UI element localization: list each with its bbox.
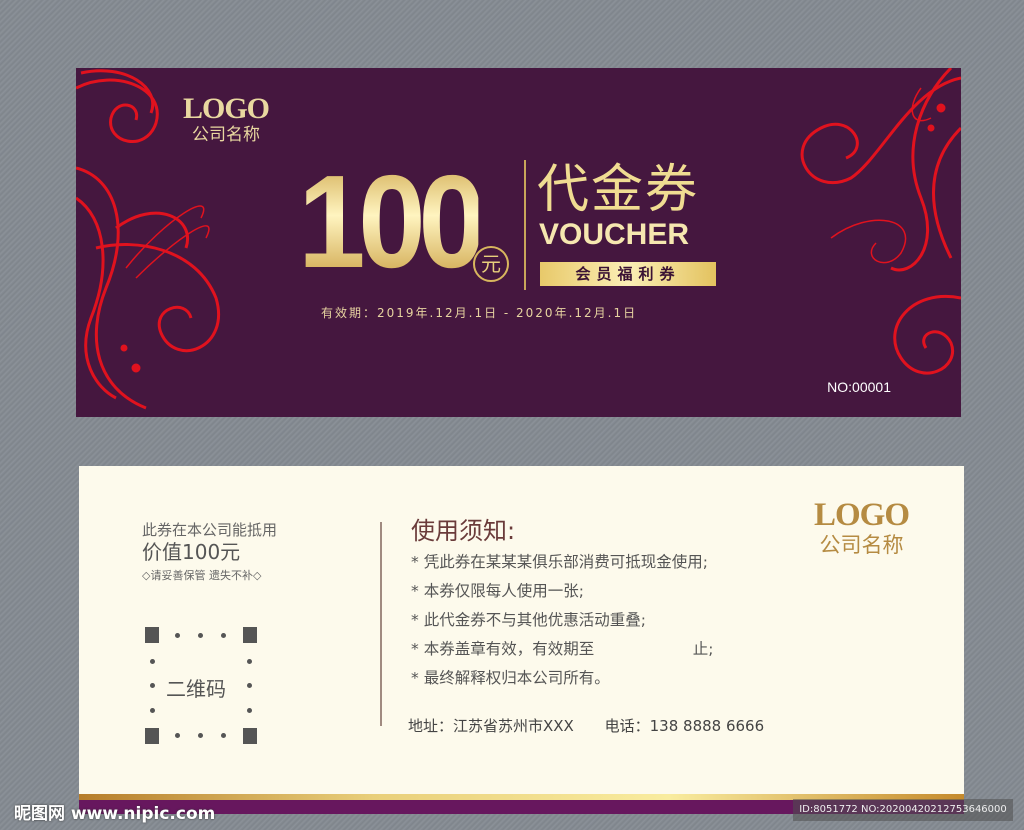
member-badge: 会员福利券 bbox=[540, 262, 716, 286]
usage-rules: 使用须知: 凭此券在某某某俱乐部消费可抵现金使用; 本券仅限每人使用一张; 此代… bbox=[411, 514, 713, 693]
voucher-number: NO:00001 bbox=[827, 379, 891, 395]
rule-item: 此代金券不与其他优惠活动重叠; bbox=[411, 606, 713, 635]
divider bbox=[380, 522, 382, 726]
rule-item: 最终解释权归本公司所有。 bbox=[411, 664, 713, 693]
voucher-amount: 100 bbox=[298, 148, 486, 295]
company-name: 公司名称 bbox=[192, 125, 260, 145]
divider bbox=[524, 160, 526, 290]
value-line-1: 此券在本公司能抵用 bbox=[142, 521, 278, 539]
voucher-front: LOGO 公司名称 100 元 代金券 VOUCHER 会员福利券 有效期：20… bbox=[76, 68, 961, 417]
qr-label: 二维码 bbox=[166, 677, 226, 701]
company-logo-back: LOGO 公司名称 bbox=[814, 497, 910, 558]
watermark-site: 昵图网 www.nipic.com bbox=[14, 804, 216, 824]
logo-text: LOGO bbox=[814, 497, 910, 533]
keep-notice: ◇请妥善保管 遗失不补◇ bbox=[142, 569, 262, 582]
rules-title: 使用须知: bbox=[411, 517, 516, 545]
rule-item: 本券仅限每人使用一张; bbox=[411, 577, 713, 606]
value-info: 此券在本公司能抵用 价值100元 ◇请妥善保管 遗失不补◇ bbox=[142, 520, 277, 588]
logo-text: LOGO bbox=[183, 92, 270, 125]
watermark-id: ID:8051772 NO:20200420212753646000 bbox=[793, 799, 1013, 821]
currency-badge: 元 bbox=[473, 246, 509, 282]
rule-item: 本券盖章有效，有效期至 止; bbox=[411, 635, 714, 664]
voucher-title-en: VOUCHER bbox=[539, 218, 690, 251]
validity-period: 有效期：2019年.12月.1日 - 2020年.12月.1日 bbox=[321, 306, 638, 320]
address: 地址：江苏省苏州市XXX bbox=[408, 717, 574, 735]
phone: 电话：138 8888 6666 bbox=[604, 717, 765, 735]
voucher-title-cn: 代金券 bbox=[537, 160, 700, 220]
swirl-ornament-right-icon bbox=[800, 68, 961, 375]
qr-code-placeholder: 二维码 bbox=[145, 627, 257, 744]
rule-item: 凭此券在某某某俱乐部消费可抵现金使用; bbox=[411, 548, 713, 577]
company-logo: LOGO 公司名称 bbox=[183, 92, 270, 146]
company-name: 公司名称 bbox=[819, 533, 904, 557]
value-line-2: 价值100元 bbox=[142, 540, 241, 564]
contact-info: 地址：江苏省苏州市XXX 电话：138 8888 6666 bbox=[408, 715, 790, 736]
